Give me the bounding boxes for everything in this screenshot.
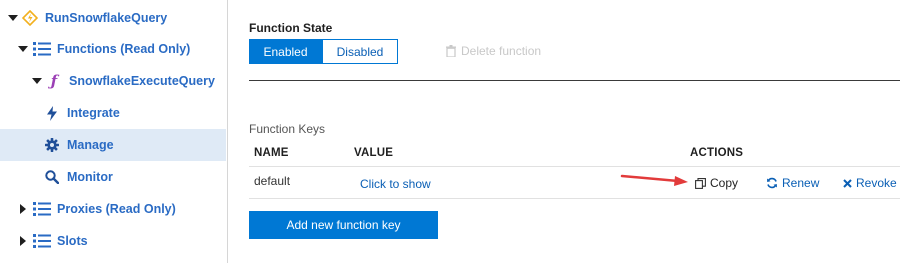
sidebar-item-label: Manage	[67, 138, 114, 152]
column-header-value: VALUE	[354, 147, 394, 159]
column-header-actions: ACTIONS	[690, 147, 744, 159]
revoke-button[interactable]: Revoke	[843, 176, 897, 190]
function-f-icon: ƒ	[50, 72, 58, 90]
sidebar-item-label: Proxies (Read Only)	[57, 202, 176, 216]
copy-icon	[695, 177, 706, 189]
sidebar-item-label: Slots	[57, 234, 88, 248]
list-icon	[33, 40, 51, 58]
section-divider	[249, 80, 900, 81]
refresh-icon	[766, 177, 778, 189]
annotation-arrow	[620, 173, 690, 192]
column-header-name: NAME	[254, 147, 289, 159]
delete-function-button[interactable]: Delete function	[446, 41, 541, 61]
function-state-label: Function State	[249, 21, 333, 35]
trash-icon	[446, 45, 456, 57]
keys-table-header: NAME VALUE ACTIONS	[249, 139, 900, 167]
caret-down-icon[interactable]	[8, 14, 18, 22]
sidebar-item-manage[interactable]: Manage	[0, 129, 226, 161]
sidebar: RunSnowflakeQuery Functions (Read Only) …	[0, 0, 228, 263]
caret-right-icon[interactable]	[18, 236, 28, 246]
sidebar-item-label: Monitor	[67, 170, 113, 184]
sidebar-item-label: SnowflakeExecuteQuery	[69, 74, 215, 88]
lightning-bolt-icon	[43, 104, 61, 122]
function-keys-label: Function Keys	[249, 122, 326, 136]
table-row: default Click to show Copy Renew Revoke	[249, 166, 900, 199]
list-icon	[33, 232, 51, 250]
copy-label: Copy	[710, 176, 739, 190]
disabled-toggle-button[interactable]: Disabled	[322, 39, 398, 64]
renew-button[interactable]: Renew	[766, 176, 819, 190]
key-name: default	[254, 174, 291, 188]
copy-button[interactable]: Copy	[695, 176, 738, 190]
sidebar-item-slots[interactable]: Slots	[0, 225, 226, 257]
sidebar-item-label: Integrate	[67, 106, 120, 120]
sidebar-item-proxies[interactable]: Proxies (Read Only)	[0, 193, 226, 225]
sidebar-item-runsnowflakequery[interactable]: RunSnowflakeQuery	[0, 2, 226, 34]
delete-function-label: Delete function	[461, 44, 542, 58]
caret-down-icon[interactable]	[32, 77, 42, 85]
sidebar-item-label: RunSnowflakeQuery	[45, 11, 168, 25]
caret-down-icon[interactable]	[18, 45, 28, 53]
function-app-icon	[21, 9, 39, 27]
add-new-function-key-button[interactable]: Add new function key	[249, 211, 438, 239]
sidebar-item-functions[interactable]: Functions (Read Only)	[0, 33, 226, 65]
enabled-toggle-button[interactable]: Enabled	[249, 39, 322, 64]
sidebar-item-snowflakeexecutequery[interactable]: ƒ SnowflakeExecuteQuery	[0, 65, 226, 97]
revoke-label: Revoke	[856, 176, 897, 190]
sidebar-item-integrate[interactable]: Integrate	[0, 97, 226, 129]
click-to-show-link[interactable]: Click to show	[360, 177, 431, 191]
sidebar-item-label: Functions (Read Only)	[57, 42, 191, 56]
search-icon	[43, 168, 61, 186]
main-panel: Function State Enabled Disabled Delete f…	[228, 0, 900, 263]
sidebar-item-monitor[interactable]: Monitor	[0, 161, 226, 193]
gear-icon	[43, 136, 61, 154]
list-icon	[33, 200, 51, 218]
close-icon	[843, 178, 852, 188]
renew-label: Renew	[782, 176, 820, 190]
caret-right-icon[interactable]	[18, 204, 28, 214]
